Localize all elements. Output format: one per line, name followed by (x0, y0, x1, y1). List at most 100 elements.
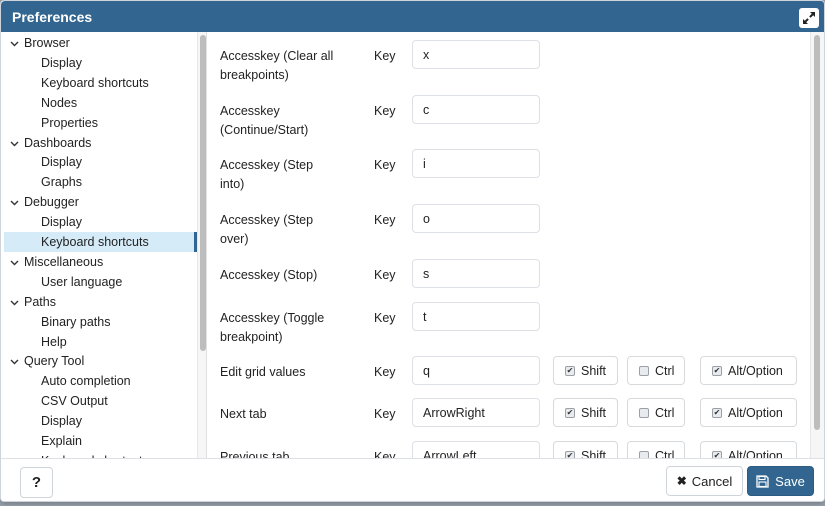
sidebar-item-label: Binary paths (41, 314, 111, 329)
checkbox-checked-icon[interactable]: ✔ (565, 365, 575, 376)
key-input[interactable] (412, 149, 540, 178)
sidebar-item-dashboards[interactable]: Dashboards (4, 133, 197, 153)
tree-scrollbar-thumb[interactable] (200, 35, 206, 351)
sidebar-item-debugger[interactable]: Debugger (4, 192, 197, 212)
ctrl-modifier-label: Ctrl (655, 363, 675, 378)
key-label: Key (374, 450, 396, 458)
sidebar-item-label: Debugger (24, 195, 79, 210)
sidebar-item-paths[interactable]: Paths (4, 292, 197, 312)
shift-modifier-checkbox[interactable]: ✔ Shift (553, 356, 618, 385)
sidebar-item-properties[interactable]: Properties (4, 113, 197, 133)
shortcut-label: Accesskey (Step into) (220, 158, 314, 191)
sidebar-item-label: Properties (41, 115, 98, 130)
ctrl-modifier-label: Ctrl (655, 405, 675, 420)
sidebar-item-label: Display (41, 155, 82, 170)
alt-modifier-checkbox[interactable]: ✔ Alt/Option (700, 441, 797, 458)
shortcut-label: Edit grid values (220, 365, 306, 379)
save-button[interactable]: Save (747, 466, 814, 496)
sidebar-item-display[interactable]: Display (4, 152, 197, 172)
sidebar-item-query-tool[interactable]: Query Tool (4, 351, 197, 371)
key-input[interactable] (412, 441, 540, 458)
sidebar-item-keyboard-shortcuts[interactable]: Keyboard shortcuts (4, 451, 197, 458)
sidebar-item-label: Graphs (41, 175, 82, 190)
sidebar-item-display[interactable]: Display (4, 53, 197, 73)
shortcut-label: Accesskey (Continue/Start) (220, 104, 309, 137)
sidebar-item-csv-output[interactable]: CSV Output (4, 391, 197, 411)
preferences-dialog: Preferences Browser Display Keyboard short… (0, 0, 825, 502)
checkbox-unchecked-icon[interactable] (639, 450, 649, 458)
checkbox-checked-icon[interactable]: ✔ (712, 365, 722, 376)
shortcut-label: Next tab (220, 407, 267, 421)
ctrl-modifier-checkbox[interactable]: Ctrl (627, 398, 685, 427)
key-label: Key (374, 213, 396, 227)
sidebar-item-graphs[interactable]: Graphs (4, 172, 197, 192)
key-input[interactable] (412, 40, 540, 69)
shift-modifier-checkbox[interactable]: ✔ Shift (553, 398, 618, 427)
key-input[interactable] (412, 398, 540, 427)
settings-scrollbar[interactable] (810, 32, 824, 458)
sidebar-item-explain[interactable]: Explain (4, 431, 197, 451)
key-input[interactable] (412, 302, 540, 331)
key-input[interactable] (412, 204, 540, 233)
tree-scrollbar[interactable] (197, 32, 207, 458)
key-input[interactable] (412, 95, 540, 124)
sidebar-item-label: User language (41, 274, 123, 289)
sidebar-item-miscellaneous[interactable]: Miscellaneous (4, 252, 197, 272)
save-label: Save (775, 473, 805, 489)
sidebar-item-binary-paths[interactable]: Binary paths (4, 312, 197, 332)
alt-modifier-checkbox[interactable]: ✔ Alt/Option (700, 398, 797, 427)
sidebar-item-label: Paths (24, 294, 56, 309)
sidebar-item-label: Keyboard shortcuts (41, 235, 149, 249)
sidebar-item-display[interactable]: Display (4, 212, 197, 232)
dialog-title: Preferences (12, 9, 93, 25)
shift-modifier-label: Shift (581, 448, 607, 459)
dialog-titlebar[interactable]: Preferences (1, 1, 824, 32)
key-label: Key (374, 49, 396, 63)
cancel-button[interactable]: ✖ Cancel (666, 466, 743, 496)
sidebar-item-auto-completion[interactable]: Auto completion (4, 371, 197, 391)
key-label: Key (374, 311, 396, 325)
checkbox-checked-icon[interactable]: ✔ (712, 407, 722, 418)
shortcut-label: Accesskey (Step over) (220, 213, 314, 246)
sidebar-item-keyboard-shortcuts[interactable]: Keyboard shortcuts (4, 73, 197, 93)
sidebar-item-help[interactable]: Help (4, 332, 197, 352)
settings-scrollbar-thumb[interactable] (814, 35, 820, 430)
sidebar-item-nodes[interactable]: Nodes (4, 93, 197, 113)
alt-modifier-label: Alt/Option (728, 363, 783, 378)
sidebar-item-user-language[interactable]: User language (4, 272, 197, 292)
cancel-label: Cancel (691, 473, 733, 489)
sidebar-item-keyboard-shortcuts[interactable]: Keyboard shortcuts (4, 232, 197, 252)
checkbox-checked-icon[interactable]: ✔ (565, 450, 575, 458)
ctrl-modifier-checkbox[interactable]: Ctrl (627, 356, 685, 385)
sidebar-item-label: Query Tool (24, 354, 85, 369)
alt-modifier-checkbox[interactable]: ✔ Alt/Option (700, 356, 797, 385)
sidebar-item-display[interactable]: Display (4, 411, 197, 431)
sidebar-item-label: Dashboards (24, 135, 92, 150)
sidebar-item-label: Display (41, 215, 82, 230)
sidebar-item-browser[interactable]: Browser (4, 33, 197, 53)
close-icon: ✖ (676, 474, 687, 488)
dialog-footer: ? ✖ Cancel Save (1, 458, 824, 501)
key-label: Key (374, 158, 396, 172)
key-label: Key (374, 365, 396, 379)
help-button[interactable]: ? (20, 467, 53, 498)
shift-modifier-checkbox[interactable]: ✔ Shift (553, 441, 618, 458)
key-input[interactable] (412, 259, 540, 288)
sidebar-item-label: Auto completion (41, 374, 131, 389)
sidebar-item-label: Browser (24, 36, 70, 50)
checkbox-checked-icon[interactable]: ✔ (565, 407, 575, 418)
sidebar-item-label: CSV Output (41, 394, 108, 409)
checkbox-unchecked-icon[interactable] (639, 365, 649, 376)
alt-modifier-label: Alt/Option (728, 448, 783, 459)
key-input[interactable] (412, 356, 540, 385)
shortcut-label: Previous tab (220, 450, 290, 458)
key-label: Key (374, 268, 396, 282)
checkbox-checked-icon[interactable]: ✔ (712, 450, 722, 458)
ctrl-modifier-checkbox[interactable]: Ctrl (627, 441, 685, 458)
checkbox-unchecked-icon[interactable] (639, 407, 649, 418)
sidebar-item-label: Explain (41, 434, 82, 448)
sidebar-item-label: Keyboard shortcuts (41, 75, 149, 90)
maximize-button[interactable] (799, 8, 819, 28)
preferences-tree: Browser Display Keyboard shortcuts Nodes Pro… (2, 32, 197, 458)
shift-modifier-label: Shift (581, 363, 607, 378)
